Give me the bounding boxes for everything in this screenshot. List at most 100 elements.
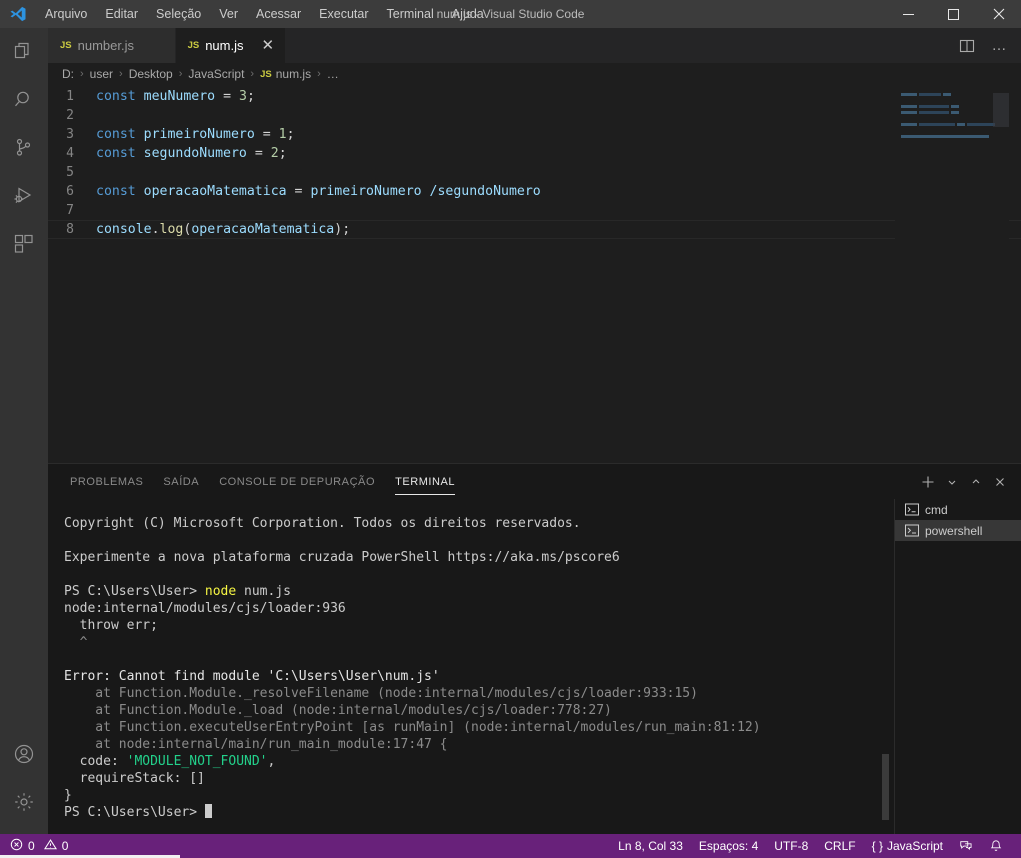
code-token: const (96, 146, 136, 161)
code-line: 1 const meuNumero = 3; (48, 87, 1021, 106)
activity-bar (0, 28, 48, 834)
tab-console-depuracao[interactable]: CONSOLE DE DEPURAÇÃO (209, 464, 385, 499)
code-token: primeiroNumero (143, 127, 255, 142)
terminal-tab-powershell[interactable]: powershell (895, 520, 1021, 541)
breadcrumb-item-javascript[interactable]: JavaScript (188, 67, 244, 81)
menu-ver[interactable]: Ver (210, 3, 247, 25)
plus-icon[interactable] (917, 471, 939, 493)
close-panel-icon[interactable] (989, 471, 1011, 493)
editor-tabs: JS number.js ✕ JS num.js ✕ … (48, 28, 1021, 63)
terminal-line-experimente: Experimente a nova plataforma cruzada Po… (64, 550, 620, 565)
tab-saida[interactable]: SAÍDA (153, 464, 209, 499)
chevron-right-icon: › (80, 68, 84, 80)
code-token: 3 (238, 89, 247, 104)
code-editor[interactable]: 1 const meuNumero = 3; 2 3 const primeiroNum… (48, 85, 1021, 463)
activity-explorer-icon[interactable] (0, 28, 48, 76)
status-cursor-position[interactable]: Ln 8, Col 33 (610, 834, 691, 858)
status-right: Ln 8, Col 33 Espaços: 4 UTF-8 CRLF { } J… (610, 834, 1021, 858)
code-token: 2 (270, 146, 279, 161)
code-token: ; (342, 222, 351, 237)
chevron-right-icon: › (119, 68, 123, 80)
status-eol[interactable]: CRLF (816, 834, 863, 858)
code-token: const (96, 184, 136, 199)
terminal-scrollbar[interactable] (882, 754, 889, 820)
maximize-button[interactable] (931, 0, 976, 28)
terminal-require-stack: requireStack: [] (64, 771, 205, 786)
status-language-mode[interactable]: { } JavaScript (864, 834, 951, 858)
menu-acessar[interactable]: Acessar (247, 3, 310, 25)
tab-terminal[interactable]: TERMINAL (385, 464, 465, 499)
status-feedback-icon[interactable] (951, 834, 981, 858)
code-token: ; (278, 146, 287, 161)
minimap-slider[interactable] (993, 93, 1009, 127)
tab-problemas[interactable]: PROBLEMAS (60, 464, 153, 499)
code-token: /segundoNumero (429, 184, 541, 199)
tab-label: num.js (205, 38, 244, 53)
status-bar: 0 0 Ln 8, Col 33 Espaços: 4 UTF-8 CRLF {… (0, 834, 1021, 858)
code-token: = (262, 127, 271, 142)
status-indentation[interactable]: Espaços: 4 (691, 834, 766, 858)
line-number: 2 (66, 108, 74, 123)
terminal-stack-4: at node:internal/main/run_main_module:17… (64, 737, 448, 752)
error-circle-icon (10, 838, 23, 854)
close-icon[interactable]: ✕ (262, 38, 275, 53)
split-editor-icon[interactable] (953, 32, 981, 60)
activity-gear-icon[interactable] (0, 778, 48, 826)
chevron-right-icon: › (178, 68, 183, 80)
minimize-button[interactable] (886, 0, 931, 28)
minimap[interactable] (895, 85, 1009, 463)
editor-tab-num-js[interactable]: JS num.js ✕ (175, 28, 286, 63)
activity-source-control-icon[interactable] (0, 124, 48, 172)
editor-tab-number-js[interactable]: JS number.js ✕ (48, 28, 176, 63)
breadcrumb-item-desktop[interactable]: Desktop (129, 67, 173, 81)
ellipsis-icon[interactable]: … (985, 32, 1013, 60)
breadcrumb-item-user[interactable]: user (90, 67, 113, 81)
vscode-logo-icon (0, 0, 36, 28)
terminal-cursor (204, 804, 212, 818)
terminal-line-copyright: Copyright (C) Microsoft Corporation. Tod… (64, 516, 581, 531)
status-encoding[interactable]: UTF-8 (766, 834, 816, 858)
line-content: const primeiroNumero = 1; (96, 125, 295, 144)
terminal-tab-cmd[interactable]: cmd (895, 499, 1021, 520)
menu-arquivo[interactable]: Arquivo (36, 3, 96, 25)
error-count: 0 (28, 839, 35, 853)
menu-editar[interactable]: Editar (96, 3, 147, 25)
line-number: 6 (66, 184, 74, 199)
terminal-prompt-2: PS C:\Users\User> (64, 805, 198, 820)
code-token: log (159, 222, 184, 237)
breadcrumb-item-drive[interactable]: D: (62, 67, 74, 81)
line-number: 1 (66, 89, 74, 104)
maximize-panel-icon[interactable] (965, 471, 987, 493)
code-token: const (96, 127, 136, 142)
activity-account-icon[interactable] (0, 730, 48, 778)
code-token: segundoNumero (143, 146, 247, 161)
status-bell-icon[interactable] (981, 834, 1011, 858)
activity-run-debug-icon[interactable] (0, 172, 48, 220)
menu-ajuda[interactable]: Ajuda (443, 3, 493, 25)
close-button[interactable] (976, 0, 1021, 28)
menu-bar: Arquivo Editar Seleção Ver Acessar Execu… (36, 3, 493, 25)
terminal-code-value: 'MODULE_NOT_FOUND' (126, 754, 268, 769)
window-controls (886, 0, 1021, 28)
line-number: 3 (66, 127, 74, 142)
code-line: 2 (48, 106, 1021, 125)
breadcrumb-item-file[interactable]: num.js (276, 67, 311, 81)
editor-actions: … (953, 28, 1013, 63)
menu-selecao[interactable]: Seleção (147, 3, 210, 25)
activity-extensions-icon[interactable] (0, 220, 48, 268)
code-token: meuNumero (143, 89, 216, 104)
breadcrumb-item-symbol[interactable]: … (327, 67, 339, 81)
menu-executar[interactable]: Executar (310, 3, 377, 25)
code-line: 7 (48, 201, 1021, 220)
terminal-tabs-list: cmd powershell (895, 499, 1021, 835)
terminal-code-key: code: (64, 754, 127, 769)
cmd-icon (905, 503, 919, 516)
terminal-body[interactable]: Copyright (C) Microsoft Corporation. Tod… (48, 499, 1021, 835)
editor-group: JS number.js ✕ JS num.js ✕ … D: › u (48, 28, 1021, 463)
menu-terminal[interactable]: Terminal (378, 3, 443, 25)
terminal-stack-3: at Function.executeUserEntryPoint [as ru… (64, 720, 761, 735)
activity-search-icon[interactable] (0, 76, 48, 124)
chevron-down-icon[interactable] (941, 471, 963, 493)
